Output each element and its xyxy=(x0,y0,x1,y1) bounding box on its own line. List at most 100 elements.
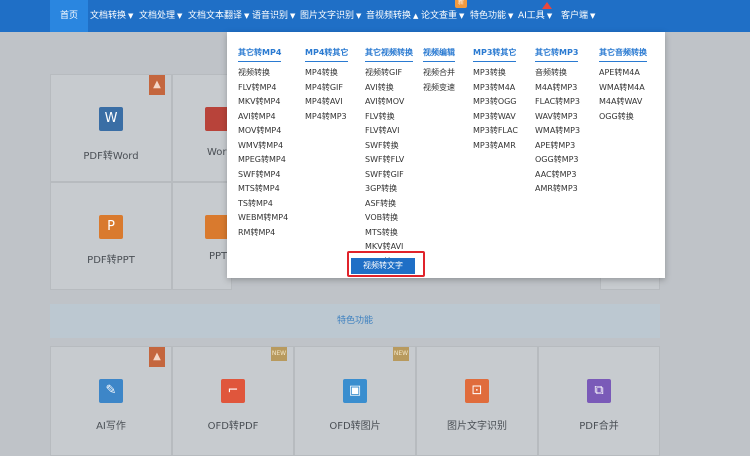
menu-item[interactable]: MTS转换 xyxy=(365,226,413,241)
menu-item[interactable]: FLV转换 xyxy=(365,110,413,125)
menu-item[interactable]: MPEG转MP4 xyxy=(238,153,288,168)
features-section-header: 特色功能 xyxy=(50,304,660,338)
menu-item[interactable]: MKV转MP4 xyxy=(238,95,288,110)
image-icon: ▣ xyxy=(343,379,367,403)
ppt-icon: P xyxy=(99,215,123,239)
nav-doc-convert-label: 文档转换 xyxy=(90,11,127,21)
nav-client[interactable]: 客户端 ▼ xyxy=(561,0,595,32)
menu-item[interactable]: ASF转换 xyxy=(365,197,413,212)
menu-item[interactable]: WMV转MP4 xyxy=(238,139,288,154)
nav-ocr[interactable]: 图片文字识别 ▼ xyxy=(300,0,361,32)
nav-doc-translate-label: 文档文本翻译 xyxy=(188,11,243,21)
menu-item[interactable]: AVI转MOV xyxy=(365,95,413,110)
menu-item[interactable]: MP4转AVI xyxy=(305,95,348,110)
video-to-text-button[interactable]: 视频转文字 xyxy=(351,258,415,274)
nav-doc-process[interactable]: 文档处理 ▼ xyxy=(139,0,182,32)
column-header: 其它转MP3 xyxy=(535,47,579,62)
menu-item[interactable]: AVI转MP4 xyxy=(238,110,288,125)
tool-card-pdf-ppt[interactable]: P PDF转PPT xyxy=(50,182,172,290)
menu-item[interactable]: WAV转MP3 xyxy=(535,110,580,125)
hot-flame-icon: ▲ xyxy=(149,347,165,367)
menu-item[interactable]: AVI转换 xyxy=(365,81,413,96)
menu-item[interactable]: MP3转M4A xyxy=(473,81,518,96)
nav-av-convert[interactable]: 音视频转换 ▲ xyxy=(366,0,418,32)
tool-card-pdf-word[interactable]: ▲ W PDF转Word xyxy=(50,74,172,182)
menu-item[interactable]: 视频转换 xyxy=(238,66,288,81)
menu-item[interactable]: FLV转MP4 xyxy=(238,81,288,96)
menu-item[interactable]: SWF转GIF xyxy=(365,168,413,183)
nav-doc-convert[interactable]: 文档转换 ▼ xyxy=(90,0,133,32)
menu-item[interactable]: FLAC转MP3 xyxy=(535,95,580,110)
menu-item[interactable]: WMA转M4A xyxy=(599,81,647,96)
column-header: 其它转MP4 xyxy=(238,47,282,62)
menu-item[interactable]: MKV转AVI xyxy=(365,240,413,255)
hot-arrow-icon xyxy=(542,2,552,9)
menu-item[interactable]: SWF转FLV xyxy=(365,153,413,168)
menu-item[interactable]: OGG转MP3 xyxy=(535,153,580,168)
menu-item[interactable]: APE转MP3 xyxy=(535,139,580,154)
menu-item[interactable]: MOV转MP4 xyxy=(238,124,288,139)
dropdown-column: 其它转MP3 音频转换 M4A转MP3 FLAC转MP3 WAV转MP3 WMA… xyxy=(535,40,580,197)
nav-doc-process-label: 文档处理 xyxy=(139,11,176,21)
chevron-up-icon: ▲ xyxy=(413,12,419,20)
column-header: MP4转其它 xyxy=(305,47,349,62)
tool-card-image-ocr[interactable]: ⊡ 图片文字识别 xyxy=(416,346,538,456)
nav-home[interactable]: 首页 xyxy=(50,0,89,32)
menu-item[interactable]: SWF转换 xyxy=(365,139,413,154)
tool-card-ofd-pdf[interactable]: NEW ⌐ OFD转PDF xyxy=(172,346,294,456)
menu-item[interactable]: 音频转换 xyxy=(535,66,580,81)
menu-item[interactable]: MP4转GIF xyxy=(305,81,348,96)
menu-item[interactable]: VOB转换 xyxy=(365,211,413,226)
nav-speech[interactable]: 语音识别 ▼ xyxy=(252,0,295,32)
merge-icon: ⧉ xyxy=(587,379,611,403)
menu-item[interactable]: MTS转MP4 xyxy=(238,182,288,197)
top-navbar: 首页 文档转换 ▼ 文档处理 ▼ 文档文本翻译 ▼ 语音识别 ▼ 图片文字识别 ▼ 音视频… xyxy=(0,0,750,32)
nav-doc-translate[interactable]: 文档文本翻译 ▼ xyxy=(188,0,249,32)
tool-card-pdf-merge[interactable]: ⧉ PDF合并 xyxy=(538,346,660,456)
menu-item[interactable]: AMR转MP3 xyxy=(535,182,580,197)
tool-card-label: PDF转Word xyxy=(83,151,139,162)
menu-item[interactable]: MP3转FLAC xyxy=(473,124,518,139)
menu-item[interactable]: OGG转换 xyxy=(599,110,647,125)
menu-item[interactable]: MP3转WAV xyxy=(473,110,518,125)
hot-flame-icon: ▲ xyxy=(149,75,165,95)
menu-item[interactable]: WMA转MP3 xyxy=(535,124,580,139)
menu-item[interactable]: WEBM转MP4 xyxy=(238,211,288,226)
av-convert-dropdown: 其它转MP4 视频转换 FLV转MP4 MKV转MP4 AVI转MP4 MOV转… xyxy=(227,32,665,278)
new-badge: 新 xyxy=(455,0,467,8)
menu-item[interactable]: 视频变速 xyxy=(423,81,455,96)
column-header: MP3转其它 xyxy=(473,47,517,62)
menu-item[interactable]: APE转M4A xyxy=(599,66,647,81)
menu-item[interactable]: 视频合并 xyxy=(423,66,455,81)
menu-item[interactable]: 3GP转换 xyxy=(365,182,413,197)
menu-item[interactable]: SWF转MP4 xyxy=(238,168,288,183)
menu-item[interactable]: MP4转MP3 xyxy=(305,110,348,125)
tool-card-word[interactable]: Wor xyxy=(172,74,232,182)
menu-item[interactable]: TS转MP4 xyxy=(238,197,288,212)
menu-item[interactable]: MP3转OGG xyxy=(473,95,518,110)
column-header: 其它音频转换 xyxy=(599,47,647,62)
dropdown-column: 其它视频转换 视频转GIF AVI转换 AVI转MOV FLV转换 FLV转AV… xyxy=(365,40,413,269)
chevron-down-icon: ▼ xyxy=(177,12,183,20)
pdf-icon: ⌐ xyxy=(221,379,245,403)
menu-item[interactable]: AAC转MP3 xyxy=(535,168,580,183)
chevron-down-icon: ▼ xyxy=(290,12,296,20)
menu-item[interactable]: MP3转换 xyxy=(473,66,518,81)
nav-paper-check-label: 论文查重 xyxy=(421,11,458,21)
menu-item[interactable]: FLV转AVI xyxy=(365,124,413,139)
tool-card-ofd-image[interactable]: NEW ▣ OFD转图片 xyxy=(294,346,416,456)
tool-card-label: PDF合并 xyxy=(579,421,619,432)
menu-item[interactable]: MP3转AMR xyxy=(473,139,518,154)
word-icon: W xyxy=(99,107,123,131)
nav-features[interactable]: 特色功能 ▼ xyxy=(470,0,513,32)
menu-item[interactable]: M4A转WAV xyxy=(599,95,647,110)
tool-card-ppt[interactable]: PPT xyxy=(172,182,232,290)
menu-item[interactable]: MP4转换 xyxy=(305,66,348,81)
tool-card-label: 图片文字识别 xyxy=(447,421,507,432)
menu-item[interactable]: RM转MP4 xyxy=(238,226,288,241)
tool-card-ai-writing[interactable]: ▲ ✎ AI写作 xyxy=(50,346,172,456)
menu-item[interactable]: 视频转GIF xyxy=(365,66,413,81)
menu-item[interactable]: M4A转MP3 xyxy=(535,81,580,96)
nav-client-label: 客户端 xyxy=(561,11,589,21)
nav-ocr-label: 图片文字识别 xyxy=(300,11,355,21)
